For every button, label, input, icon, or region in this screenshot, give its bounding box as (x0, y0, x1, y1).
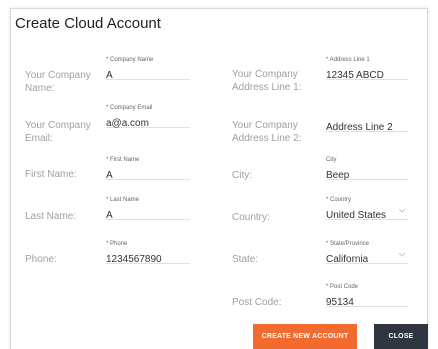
address-line-2-input[interactable]: Address Line 2 (326, 122, 393, 133)
phone-field-label: * Phone (106, 241, 128, 247)
company-email-input[interactable]: a@a.com (106, 118, 149, 129)
dialog-title: Create Cloud Account (15, 15, 161, 32)
last-name-field[interactable]: * Last Name A (106, 195, 190, 221)
company-name-field-label: * Company Name (106, 57, 154, 63)
company-name-field[interactable]: * Company Name A (106, 55, 190, 81)
first-name-input[interactable]: A (106, 170, 113, 181)
last-name-input[interactable]: A (106, 210, 113, 221)
country-select[interactable]: * Country United States (326, 195, 408, 221)
label-address-line-2: Your Company Address Line 2: (232, 120, 302, 144)
address-line-1-field-label: * Address Line 1 (326, 57, 370, 63)
label-state: State: (232, 254, 259, 265)
label-last-name: Last Name: (25, 211, 77, 222)
country-field-label: * Country (326, 197, 352, 203)
label-company-email: Your Company Email: (25, 120, 91, 144)
label-country: Country: (232, 212, 270, 223)
company-email-field-label: * Company Email (106, 105, 153, 111)
phone-input[interactable]: 1234567890 (106, 254, 162, 265)
address-line-2-field[interactable]: Address Line 2 (326, 107, 408, 133)
post-code-input[interactable]: 95134 (326, 297, 354, 308)
post-code-field-label: * Post Code (326, 284, 359, 290)
label-company-name: Your Company Name: (25, 70, 91, 94)
address-line-2-field-label (326, 107, 408, 117)
state-field-label: * State/Province (326, 241, 370, 247)
city-input[interactable]: Beep (326, 170, 349, 181)
city-field[interactable]: City Beep (326, 155, 408, 181)
post-code-field[interactable]: * Post Code 95134 (326, 282, 408, 308)
first-name-field-label: * First Name (106, 157, 140, 163)
address-line-1-input[interactable]: 12345 ABCD (326, 70, 384, 81)
state-select[interactable]: * State/Province California (326, 239, 408, 265)
label-city: City: (232, 170, 252, 181)
last-name-field-label: * Last Name (106, 197, 140, 203)
first-name-field[interactable]: * First Name A (106, 155, 190, 181)
chevron-down-icon[interactable] (398, 252, 406, 258)
create-new-account-button[interactable]: CREATE NEW ACCOUNT (253, 324, 357, 349)
company-name-input[interactable]: A (106, 70, 113, 81)
label-phone: Phone: (25, 254, 57, 265)
chevron-down-icon[interactable] (398, 208, 406, 214)
label-address-line-1: Your Company Address Line 1: (232, 69, 302, 93)
label-first-name: First Name: (25, 169, 77, 180)
city-field-label: City (326, 157, 337, 163)
country-selected-value[interactable]: United States (326, 210, 386, 221)
close-button[interactable]: CLOSE (374, 324, 428, 349)
label-post-code: Post Code: (232, 297, 282, 308)
state-selected-value[interactable]: California (326, 254, 368, 265)
phone-field[interactable]: * Phone 1234567890 (106, 239, 190, 265)
address-line-1-field[interactable]: * Address Line 1 12345 ABCD (326, 55, 408, 81)
company-email-field[interactable]: * Company Email a@a.com (106, 103, 190, 129)
